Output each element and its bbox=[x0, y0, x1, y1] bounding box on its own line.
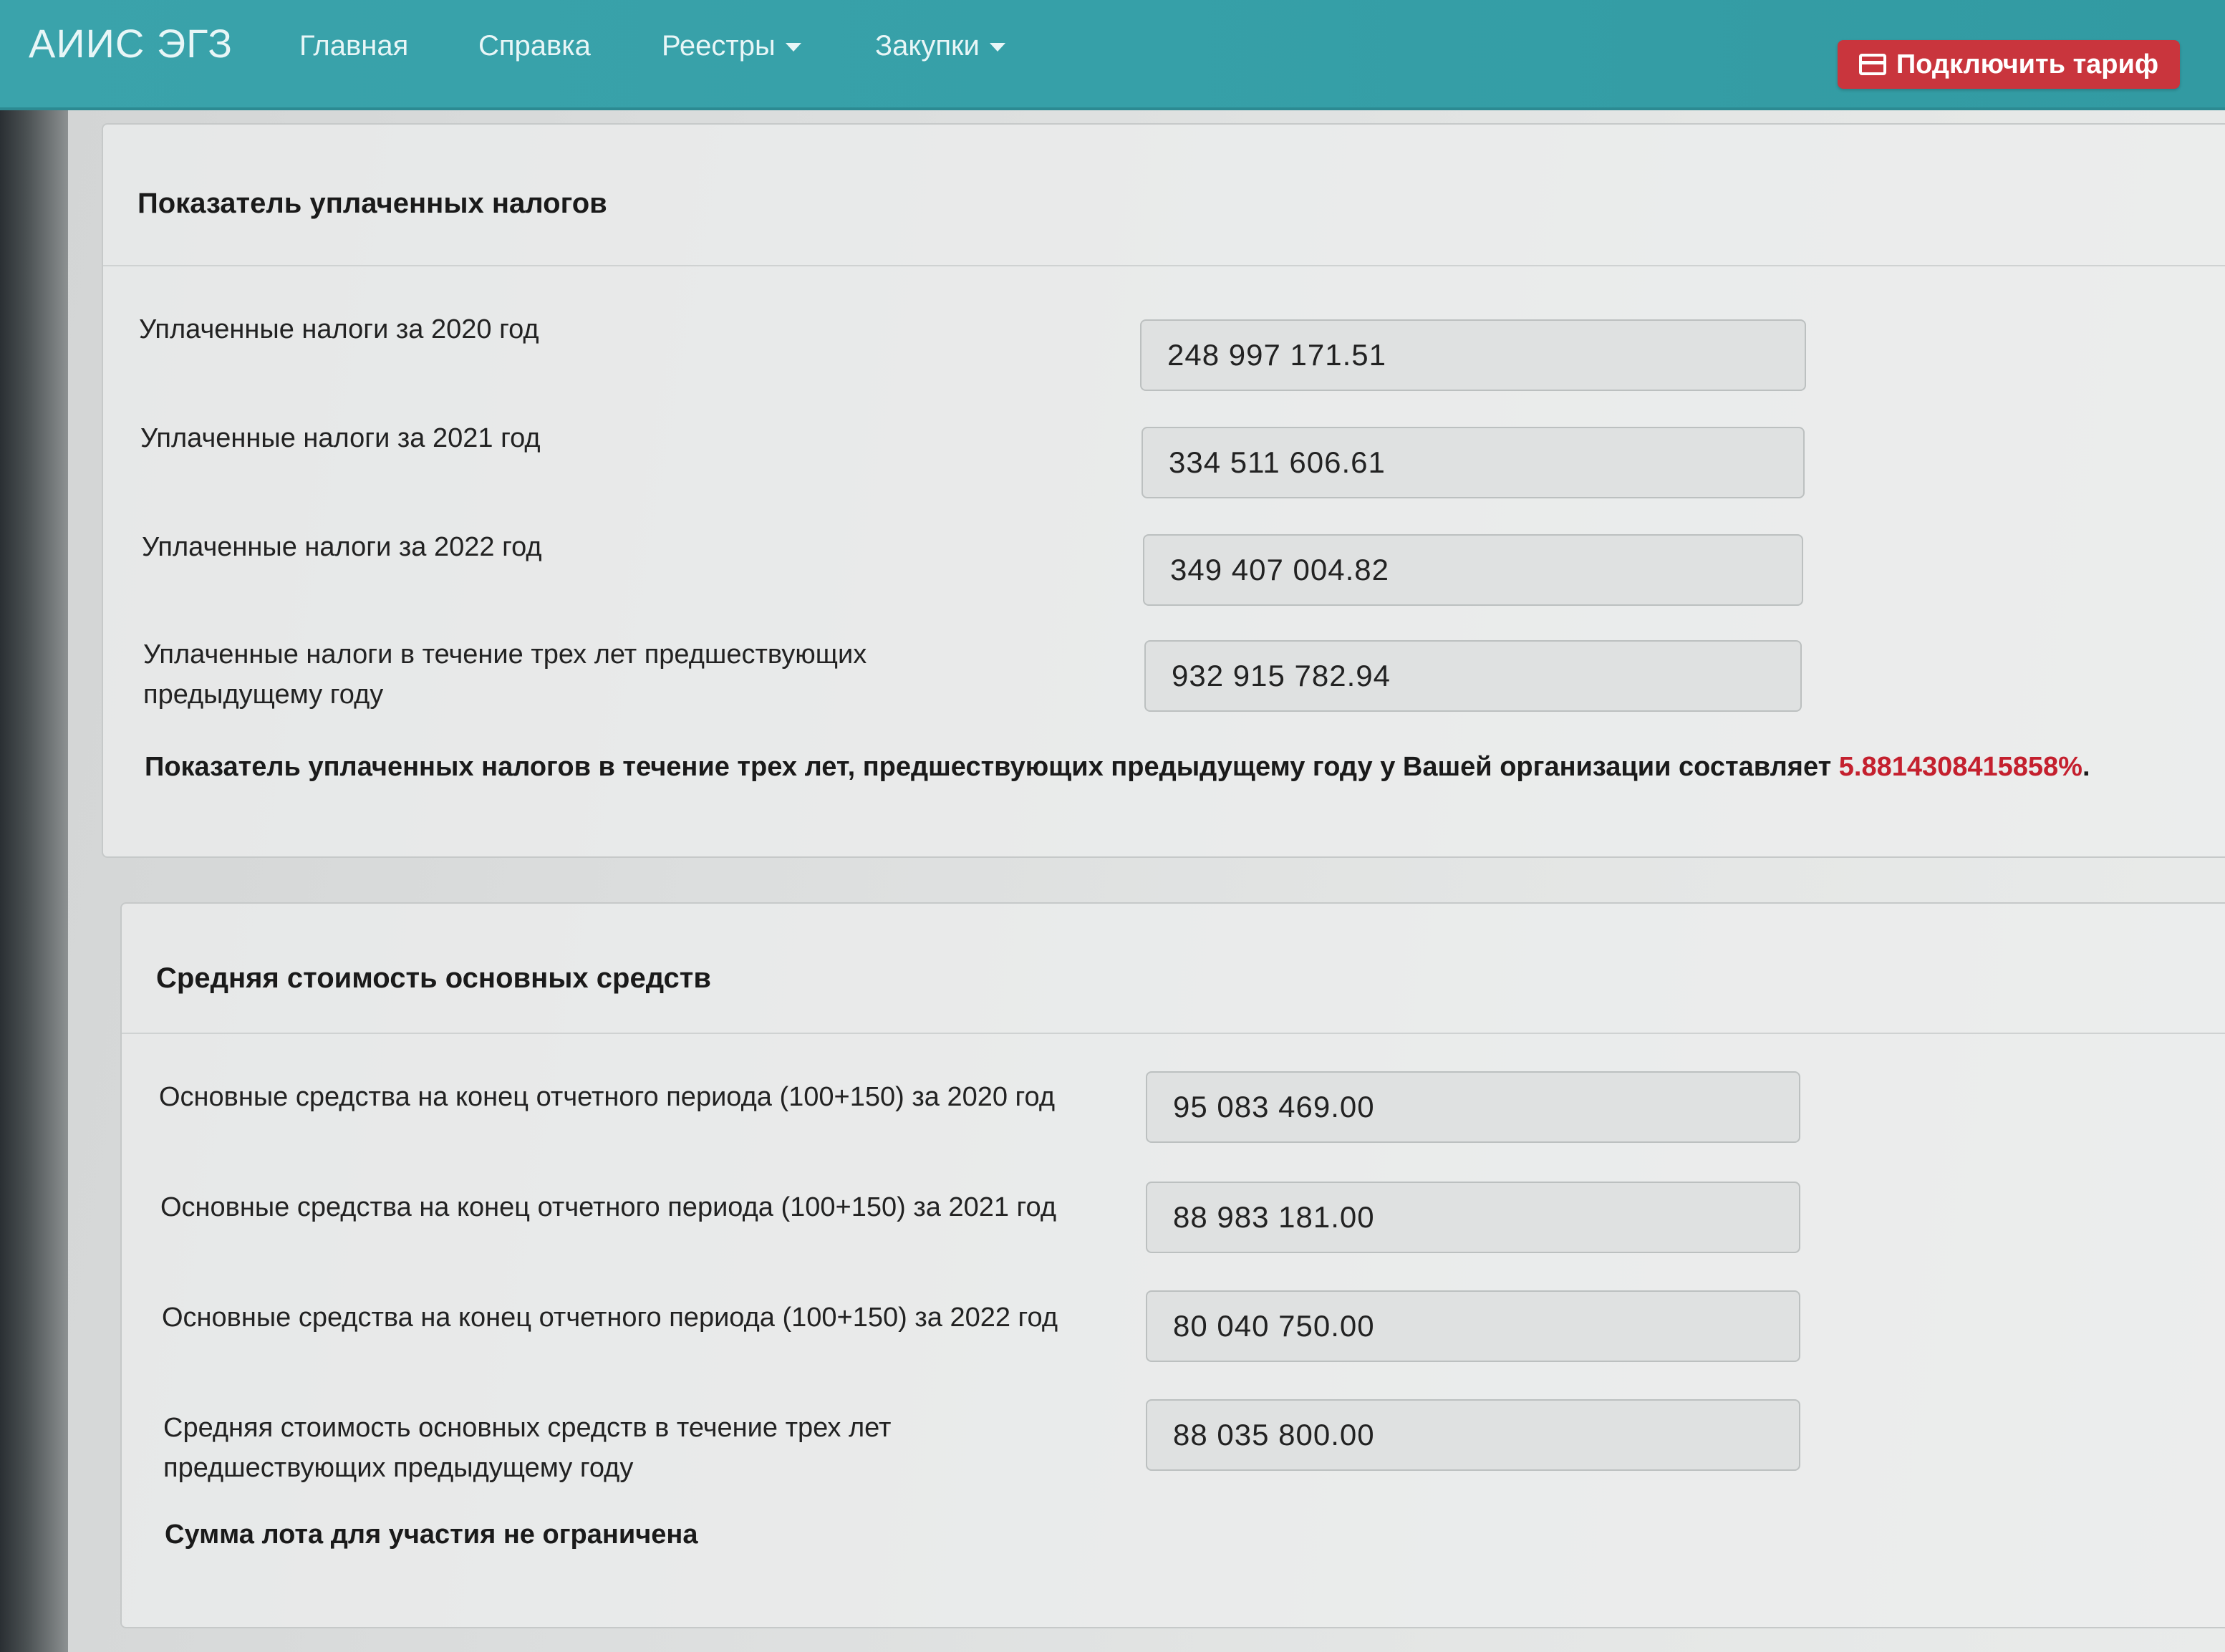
nav-purchases-label: Закупки bbox=[875, 30, 980, 62]
nav-registries-dropdown[interactable]: Реестры bbox=[662, 30, 801, 62]
assets-2020-label: Основные средства на конец отчетного пер… bbox=[159, 1082, 1056, 1112]
background-edge bbox=[0, 107, 68, 1652]
tax-2020-field[interactable]: 248 997 171.51 bbox=[1140, 319, 1806, 391]
tax-indicator-value: 5.8814308415858% bbox=[1838, 752, 2082, 782]
tax-indicator-end: . bbox=[2082, 752, 2090, 782]
taxes-panel-title: Показатель уплаченных налогов bbox=[137, 188, 607, 219]
assets-average-label: Средняя стоимость основных средств в теч… bbox=[163, 1413, 892, 1483]
nav-help-label: Справка bbox=[478, 30, 591, 62]
assets-2022-label: Основные средства на конец отчетного пер… bbox=[162, 1303, 1058, 1333]
nav-home-label: Главная bbox=[299, 30, 409, 62]
tax-indicator-text: Показатель уплаченных налогов в течение … bbox=[145, 752, 1832, 782]
assets-2020-field[interactable]: 95 083 469.00 bbox=[1146, 1071, 1800, 1143]
tax-3years-field[interactable]: 932 915 782.94 bbox=[1144, 640, 1802, 712]
caret-down-icon bbox=[785, 43, 801, 52]
tax-2021-label: Уплаченные налоги за 2021 год bbox=[140, 423, 541, 453]
tax-2022-label: Уплаченные налоги за 2022 год bbox=[142, 532, 542, 562]
assets-panel-title: Средняя стоимость основных средств bbox=[156, 962, 711, 994]
connect-tariff-button[interactable]: Подключить тариф bbox=[1838, 40, 2180, 89]
tax-3years-label: Уплаченные налоги в течение трех лет пре… bbox=[143, 639, 867, 710]
divider bbox=[103, 265, 2225, 266]
nav-registries-label: Реестры bbox=[662, 30, 776, 62]
assets-average-field[interactable]: 88 035 800.00 bbox=[1146, 1399, 1800, 1471]
credit-card-icon bbox=[1858, 54, 1886, 75]
taxes-panel: Показатель уплаченных налогов Уплаченные… bbox=[102, 123, 2225, 858]
top-navbar: АИИС ЭГЗ Главная Справка Реестры Закупки… bbox=[0, 0, 2225, 110]
assets-panel: Средняя стоимость основных средств Основ… bbox=[120, 902, 2225, 1628]
nav-home[interactable]: Главная bbox=[299, 30, 408, 62]
assets-2021-label: Основные средства на конец отчетного пер… bbox=[160, 1192, 1057, 1222]
assets-2021-field[interactable]: 88 983 181.00 bbox=[1146, 1182, 1800, 1253]
lot-limit-note: Сумма лота для участия не ограничена bbox=[165, 1520, 698, 1550]
assets-2022-field[interactable]: 80 040 750.00 bbox=[1146, 1290, 1800, 1362]
brand-logo[interactable]: АИИС ЭГЗ bbox=[29, 20, 233, 67]
caret-down-icon bbox=[989, 43, 1005, 52]
divider bbox=[122, 1033, 2225, 1034]
tax-2022-field[interactable]: 349 407 004.82 bbox=[1143, 534, 1803, 606]
nav-help[interactable]: Справка bbox=[478, 30, 591, 62]
tax-2020-label: Уплаченные налоги за 2020 год bbox=[139, 314, 539, 344]
tax-2021-field[interactable]: 334 511 606.61 bbox=[1142, 427, 1805, 498]
connect-tariff-label: Подключить тариф bbox=[1896, 49, 2159, 79]
nav-purchases-dropdown[interactable]: Закупки bbox=[875, 30, 1005, 62]
tax-indicator-result: Показатель уплаченных налогов в течение … bbox=[145, 752, 2090, 783]
